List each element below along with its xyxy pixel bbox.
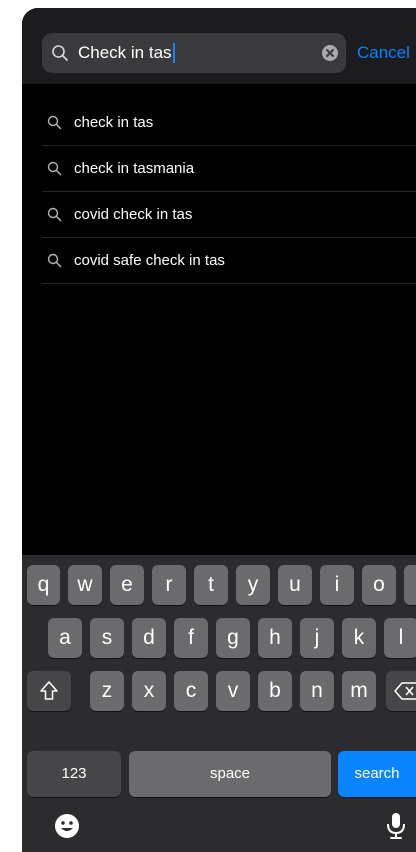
key-f[interactable]: f: [174, 618, 208, 658]
suggestion-text: check in tasmania: [74, 160, 195, 177]
search-icon: [52, 45, 68, 61]
search-query: Check in tas: [78, 43, 172, 62]
key-a[interactable]: a: [48, 618, 82, 658]
search-field[interactable]: Check in tas: [42, 33, 346, 73]
key-y[interactable]: y: [236, 565, 270, 605]
key-r[interactable]: r: [152, 565, 186, 605]
key-z[interactable]: z: [90, 671, 124, 711]
key-b[interactable]: b: [258, 671, 292, 711]
shift-key[interactable]: [27, 671, 71, 711]
key-e[interactable]: e: [110, 565, 144, 605]
space-key[interactable]: space: [129, 751, 331, 797]
key-d[interactable]: d: [132, 618, 166, 658]
key-u[interactable]: u: [278, 565, 312, 605]
key-j[interactable]: j: [300, 618, 334, 658]
microphone-icon[interactable]: [385, 811, 407, 841]
key-s[interactable]: s: [90, 618, 124, 658]
search-icon: [47, 253, 62, 268]
key-g[interactable]: g: [216, 618, 250, 658]
keyboard: q w e r t y u i o p a s d f g h j k l z …: [22, 555, 416, 852]
search-icon: [47, 207, 62, 222]
key-v[interactable]: v: [216, 671, 250, 711]
key-c[interactable]: c: [174, 671, 208, 711]
search-input[interactable]: Check in tas: [78, 43, 175, 63]
search-key[interactable]: search: [338, 751, 416, 797]
suggestion-item[interactable]: covid safe check in tas: [42, 238, 416, 284]
shift-icon: [40, 681, 58, 700]
suggestion-text: covid safe check in tas: [74, 252, 225, 269]
key-t[interactable]: t: [194, 565, 228, 605]
key-n[interactable]: n: [300, 671, 334, 711]
numbers-key[interactable]: 123: [27, 751, 121, 797]
text-caret: [172, 43, 175, 63]
key-x[interactable]: x: [132, 671, 166, 711]
cancel-button[interactable]: Cancel: [357, 43, 410, 63]
key-k[interactable]: k: [342, 618, 376, 658]
key-h[interactable]: h: [258, 618, 292, 658]
clear-icon[interactable]: [320, 43, 340, 63]
phone-screen: Check in tas Cancel check in tas check i…: [22, 8, 416, 852]
emoji-icon[interactable]: [54, 813, 80, 839]
suggestion-item[interactable]: covid check in tas: [42, 192, 416, 238]
backspace-icon: [394, 682, 416, 700]
key-o[interactable]: o: [362, 565, 396, 605]
suggestion-text: check in tas: [74, 114, 154, 131]
search-icon: [47, 161, 62, 176]
key-w[interactable]: w: [68, 565, 102, 605]
suggestion-item[interactable]: check in tas: [42, 100, 416, 146]
key-i[interactable]: i: [320, 565, 354, 605]
key-q[interactable]: q: [27, 565, 60, 605]
search-icon: [47, 115, 62, 130]
search-header: Check in tas Cancel: [22, 8, 416, 84]
delete-key[interactable]: [386, 671, 416, 711]
key-l[interactable]: l: [384, 618, 416, 658]
key-p[interactable]: p: [404, 565, 416, 605]
suggestion-text: covid check in tas: [74, 206, 193, 223]
suggestion-list: check in tas check in tasmania covid che…: [42, 100, 416, 284]
suggestion-item[interactable]: check in tasmania: [42, 146, 416, 192]
key-m[interactable]: m: [342, 671, 376, 711]
